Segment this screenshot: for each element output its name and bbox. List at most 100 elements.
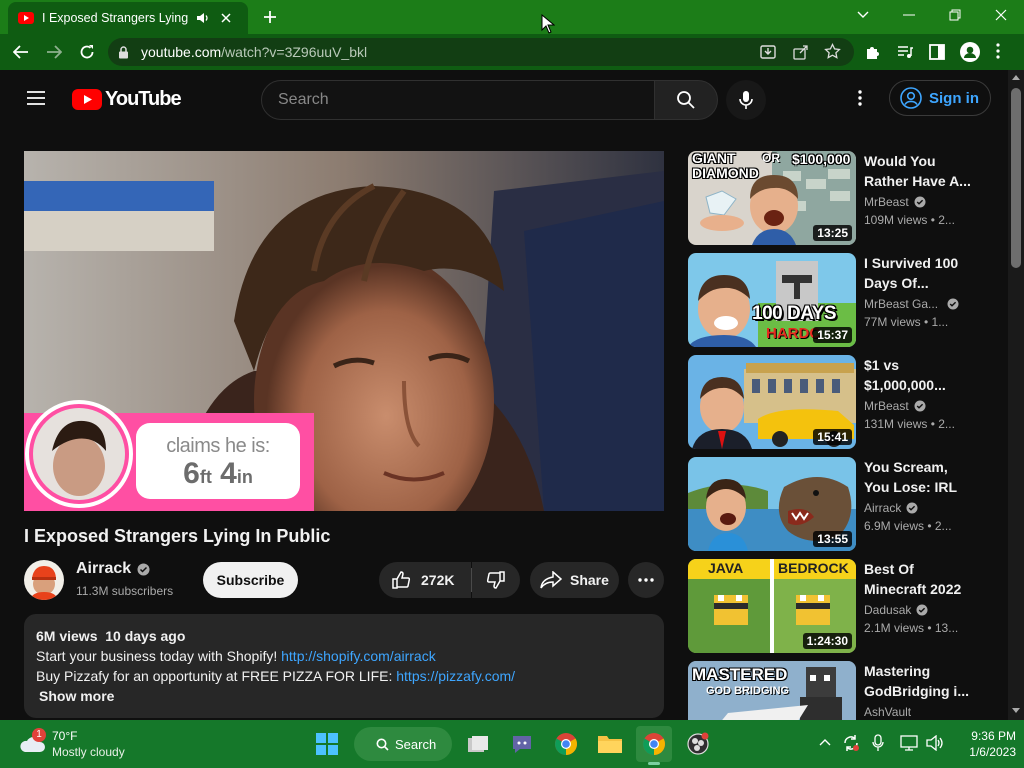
file-explorer-button[interactable] — [592, 726, 628, 762]
video-thumbnail[interactable]: 100 DAYS HARDC 15:37 — [688, 253, 856, 347]
network-icon[interactable] — [900, 735, 918, 751]
scroll-up-arrow-icon[interactable] — [1012, 74, 1020, 80]
scrollbar-thumb[interactable] — [1011, 88, 1021, 268]
video-thumbnail[interactable]: MASTERED GOD BRIDGING — [688, 661, 856, 720]
search-placeholder: Search — [278, 91, 329, 108]
close-window-button[interactable] — [978, 0, 1024, 30]
weather-widget[interactable]: 1 70°F Mostly cloudy — [14, 726, 134, 762]
recommendation-channel[interactable]: Dadusak — [864, 603, 928, 617]
restore-button[interactable] — [932, 0, 978, 30]
video-thumbnail[interactable]: 15:41 — [688, 355, 856, 449]
masthead: YouTube Search Sign in — [0, 70, 1008, 126]
teams-chat-button[interactable] — [504, 726, 540, 762]
account-circle-icon — [900, 87, 922, 109]
minimize-button[interactable] — [886, 0, 932, 30]
profile-avatar-icon[interactable] — [960, 42, 980, 62]
start-button[interactable] — [309, 726, 345, 762]
reload-icon[interactable] — [76, 42, 98, 62]
video-thumbnail[interactable]: GIANT DIAMOND OR $100,000 13:25 — [688, 151, 856, 245]
recommendation-channel[interactable]: MrBeast — [864, 195, 926, 209]
share-button[interactable]: Share — [530, 562, 619, 598]
dislike-button[interactable] — [472, 562, 520, 598]
chrome-app-button-active[interactable] — [636, 726, 672, 765]
recommendation-title[interactable]: You Scream, You Lose: IRL — [864, 457, 974, 497]
recommendation-item[interactable]: 15:41 $1 vs $1,000,000... MrBeast 131M v… — [688, 355, 1008, 449]
video-thumbnail[interactable]: 13:55 — [688, 457, 856, 551]
page-scrollbar[interactable] — [1008, 70, 1024, 720]
recommendation-item[interactable]: GIANT DIAMOND OR $100,000 13:25 Would Yo… — [688, 151, 1008, 245]
taskbar-search-button[interactable]: Search — [354, 727, 452, 761]
windows-taskbar: 1 70°F Mostly cloudy Search 9:36 PM 1/6/… — [0, 720, 1024, 768]
search-button[interactable] — [654, 80, 718, 120]
like-button[interactable]: 272K — [379, 562, 471, 598]
lock-icon[interactable] — [118, 45, 129, 59]
sync-icon[interactable] — [842, 734, 860, 752]
thumb-text-mastered: MASTERED — [692, 665, 788, 684]
description-box[interactable]: 6M views 10 days ago Start your business… — [24, 614, 664, 718]
recommendation-title[interactable]: Mastering GodBridging i... — [864, 661, 974, 701]
extensions-puzzle-icon[interactable] — [864, 43, 882, 61]
browser-menu-icon[interactable] — [996, 43, 1000, 59]
description-line-2: Buy Pizzafy for an opportunity at FREE P… — [36, 666, 652, 686]
show-more-button[interactable]: Show more — [39, 686, 652, 706]
recommendation-title[interactable]: Would You Rather Have A... — [864, 151, 974, 191]
recommendation-channel[interactable]: MrBeast — [864, 399, 926, 413]
pizzafy-link[interactable]: https://pizzafy.com/ — [396, 668, 515, 684]
video-thumbnail[interactable]: JAVA BEDROCK 1:24:30 — [688, 559, 856, 653]
share-page-icon[interactable] — [793, 44, 809, 60]
microphone-tray-icon[interactable] — [872, 734, 884, 752]
recommendation-title[interactable]: $1 vs $1,000,000... — [864, 355, 974, 395]
more-actions-button[interactable] — [628, 562, 664, 598]
recommendation-item[interactable]: JAVA BEDROCK 1:24:30 Best Of Minecraft 2… — [688, 559, 1008, 653]
video-title: I Exposed Strangers Lying In Public — [24, 526, 331, 546]
hamburger-menu-icon[interactable] — [26, 90, 46, 106]
tab-search-button[interactable] — [840, 0, 886, 30]
new-tab-button[interactable] — [258, 6, 282, 28]
search-input[interactable]: Search — [261, 80, 655, 120]
browser-tab[interactable]: I Exposed Strangers Lying In — [8, 2, 248, 34]
thumb-text-money: $100,000 — [792, 151, 851, 167]
settings-kebab-icon[interactable] — [858, 90, 862, 106]
audio-playing-icon[interactable] — [196, 11, 210, 25]
chrome-app-button-1[interactable] — [548, 726, 584, 762]
media-control-icon[interactable] — [896, 43, 914, 61]
task-view-button[interactable] — [460, 726, 496, 762]
thumb-text-java: JAVA — [708, 560, 744, 576]
recommendation-channel[interactable]: Airrack — [864, 501, 918, 515]
recommendation-item[interactable]: 100 DAYS HARDC 15:37 I Survived 100 Days… — [688, 253, 1008, 347]
recommendation-title[interactable]: Best Of Minecraft 2022 — [864, 559, 974, 599]
subscribe-button[interactable]: Subscribe — [203, 562, 298, 598]
recommendation-channel[interactable]: MrBeast Ga... — [864, 297, 959, 311]
thumb-overlay-text: GIANT DIAMOND — [692, 151, 759, 181]
description-text-1: Start your business today with Shopify! — [36, 648, 282, 664]
back-arrow-icon[interactable] — [10, 42, 32, 62]
install-app-icon[interactable] — [760, 44, 776, 60]
obs-app-button[interactable] — [680, 726, 716, 762]
voice-search-button[interactable] — [726, 80, 766, 120]
weather-condition: Mostly cloudy — [52, 745, 125, 759]
logo-text: YouTube — [105, 88, 182, 110]
sign-in-button[interactable]: Sign in — [889, 80, 991, 116]
verified-badge-icon — [906, 502, 918, 514]
show-hidden-icons-chevron-icon[interactable] — [819, 738, 831, 746]
bookmark-star-icon[interactable] — [824, 43, 841, 60]
recommendation-item[interactable]: MASTERED GOD BRIDGING Mastering GodBridg… — [688, 661, 1008, 720]
recommendation-title[interactable]: I Survived 100 Days Of... — [864, 253, 974, 293]
youtube-logo[interactable]: YouTube — [72, 88, 182, 111]
channel-avatar[interactable] — [24, 560, 64, 600]
temperature: 70°F — [52, 729, 78, 743]
volume-icon[interactable] — [926, 735, 944, 751]
channel-name[interactable]: Airrack — [76, 560, 131, 578]
recommendation-item[interactable]: 13:55 You Scream, You Lose: IRL Airrack … — [688, 457, 1008, 551]
close-tab-icon[interactable] — [220, 12, 232, 24]
thumb-text-god-bridging: GOD BRIDGING — [706, 685, 790, 697]
windows-logo-icon — [316, 733, 338, 755]
recommendation-channel[interactable]: AshVault — [864, 705, 911, 719]
scroll-down-arrow-icon[interactable] — [1012, 708, 1020, 714]
clock[interactable]: 9:36 PM 1/6/2023 — [956, 728, 1016, 760]
shopify-link[interactable]: http://shopify.com/airrack — [281, 648, 436, 664]
video-player[interactable]: claims he is: 6ft 4in — [24, 151, 664, 511]
side-panel-icon[interactable] — [928, 43, 946, 61]
address-bar[interactable]: youtube.com/watch?v=3Z96uuV_bkl — [108, 38, 854, 66]
forward-arrow-icon[interactable] — [43, 42, 65, 62]
